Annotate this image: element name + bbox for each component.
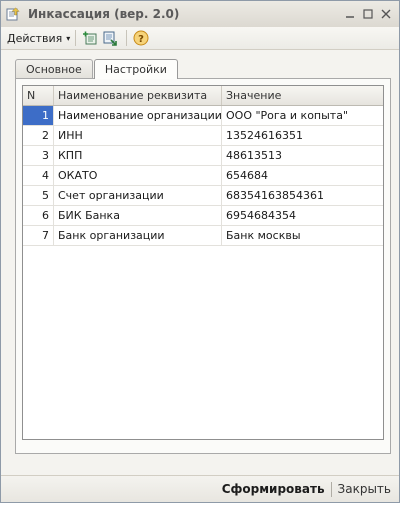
load-icon	[103, 31, 118, 46]
row-number: 2	[23, 126, 54, 145]
row-name[interactable]: БИК Банка	[54, 206, 222, 225]
row-name[interactable]: Счет организации	[54, 186, 222, 205]
row-value[interactable]: 13524616351	[222, 126, 383, 145]
row-value[interactable]: 654684	[222, 166, 383, 185]
close-button[interactable]	[377, 5, 395, 23]
table-row[interactable]: 2 ИНН 13524616351	[23, 126, 383, 146]
actions-label: Действия	[7, 31, 63, 45]
close-form-button[interactable]: Закрыть	[338, 482, 391, 496]
window-title: Инкассация (вер. 2.0)	[28, 7, 180, 21]
toolbar: Действия ▾ ?	[1, 27, 399, 50]
tab-strip: Основное Настройки	[15, 59, 179, 79]
table-row[interactable]: 4 ОКАТО 654684	[23, 166, 383, 186]
footer-divider	[330, 481, 332, 497]
generate-button[interactable]: Сформировать	[222, 482, 325, 496]
row-name[interactable]: ИНН	[54, 126, 222, 145]
main-window: Инкассация (вер. 2.0) Действия ▾ ? Основ…	[0, 0, 400, 503]
row-number: 3	[23, 146, 54, 165]
svg-text:?: ?	[138, 34, 144, 45]
row-value[interactable]: Банк москвы	[222, 226, 383, 245]
row-name[interactable]: ОКАТО	[54, 166, 222, 185]
toolbar-divider	[75, 30, 77, 46]
table-row[interactable]: 1 Наименование организации ООО "Рога и к…	[23, 106, 383, 126]
row-value[interactable]: 6954684354	[222, 206, 383, 225]
minimize-button[interactable]	[341, 5, 359, 23]
table-header: N Наименование реквизита Значение	[23, 86, 383, 106]
row-value[interactable]: 48613513	[222, 146, 383, 165]
minimize-icon	[346, 16, 354, 18]
row-value[interactable]: ООО "Рога и копыта"	[222, 106, 383, 125]
maximize-button[interactable]	[359, 5, 377, 23]
tab-settings-label: Настройки	[104, 63, 167, 76]
add-row-button[interactable]	[81, 29, 99, 47]
row-number: 5	[23, 186, 54, 205]
table-row[interactable]: 7 Банк организации Банк москвы	[23, 226, 383, 246]
table-row[interactable]: 5 Счет организации 68354163854361	[23, 186, 383, 206]
row-name[interactable]: Наименование организации	[54, 106, 222, 125]
row-number: 7	[23, 226, 54, 245]
chevron-down-icon: ▾	[66, 33, 71, 43]
row-name[interactable]: Банк организации	[54, 226, 222, 245]
help-icon: ?	[133, 30, 149, 46]
settings-panel: N Наименование реквизита Значение 1 Наим…	[15, 78, 391, 454]
help-button[interactable]: ?	[132, 29, 150, 47]
row-number: 6	[23, 206, 54, 225]
add-row-icon	[83, 31, 97, 45]
column-header-value[interactable]: Значение	[222, 86, 383, 105]
app-icon	[6, 7, 20, 21]
table-row[interactable]: 3 КПП 48613513	[23, 146, 383, 166]
close-icon	[381, 9, 391, 19]
row-name[interactable]: КПП	[54, 146, 222, 165]
toolbar-divider	[126, 30, 128, 46]
title-bar[interactable]: Инкассация (вер. 2.0)	[1, 1, 399, 28]
row-value[interactable]: 68354163854361	[222, 186, 383, 205]
tab-settings[interactable]: Настройки	[93, 59, 178, 79]
row-number: 1	[23, 106, 54, 125]
column-header-n[interactable]: N	[23, 86, 54, 105]
table-row[interactable]: 6 БИК Банка 6954684354	[23, 206, 383, 226]
requisites-table[interactable]: N Наименование реквизита Значение 1 Наим…	[22, 85, 384, 440]
load-button[interactable]	[101, 29, 119, 47]
actions-menu[interactable]: Действия ▾	[7, 32, 70, 45]
maximize-icon	[363, 9, 373, 19]
column-header-name[interactable]: Наименование реквизита	[54, 86, 222, 105]
footer-bar: Сформировать Закрыть	[1, 475, 399, 502]
tab-main-label: Основное	[26, 62, 82, 76]
row-number: 4	[23, 166, 54, 185]
tab-main[interactable]: Основное	[15, 59, 93, 78]
